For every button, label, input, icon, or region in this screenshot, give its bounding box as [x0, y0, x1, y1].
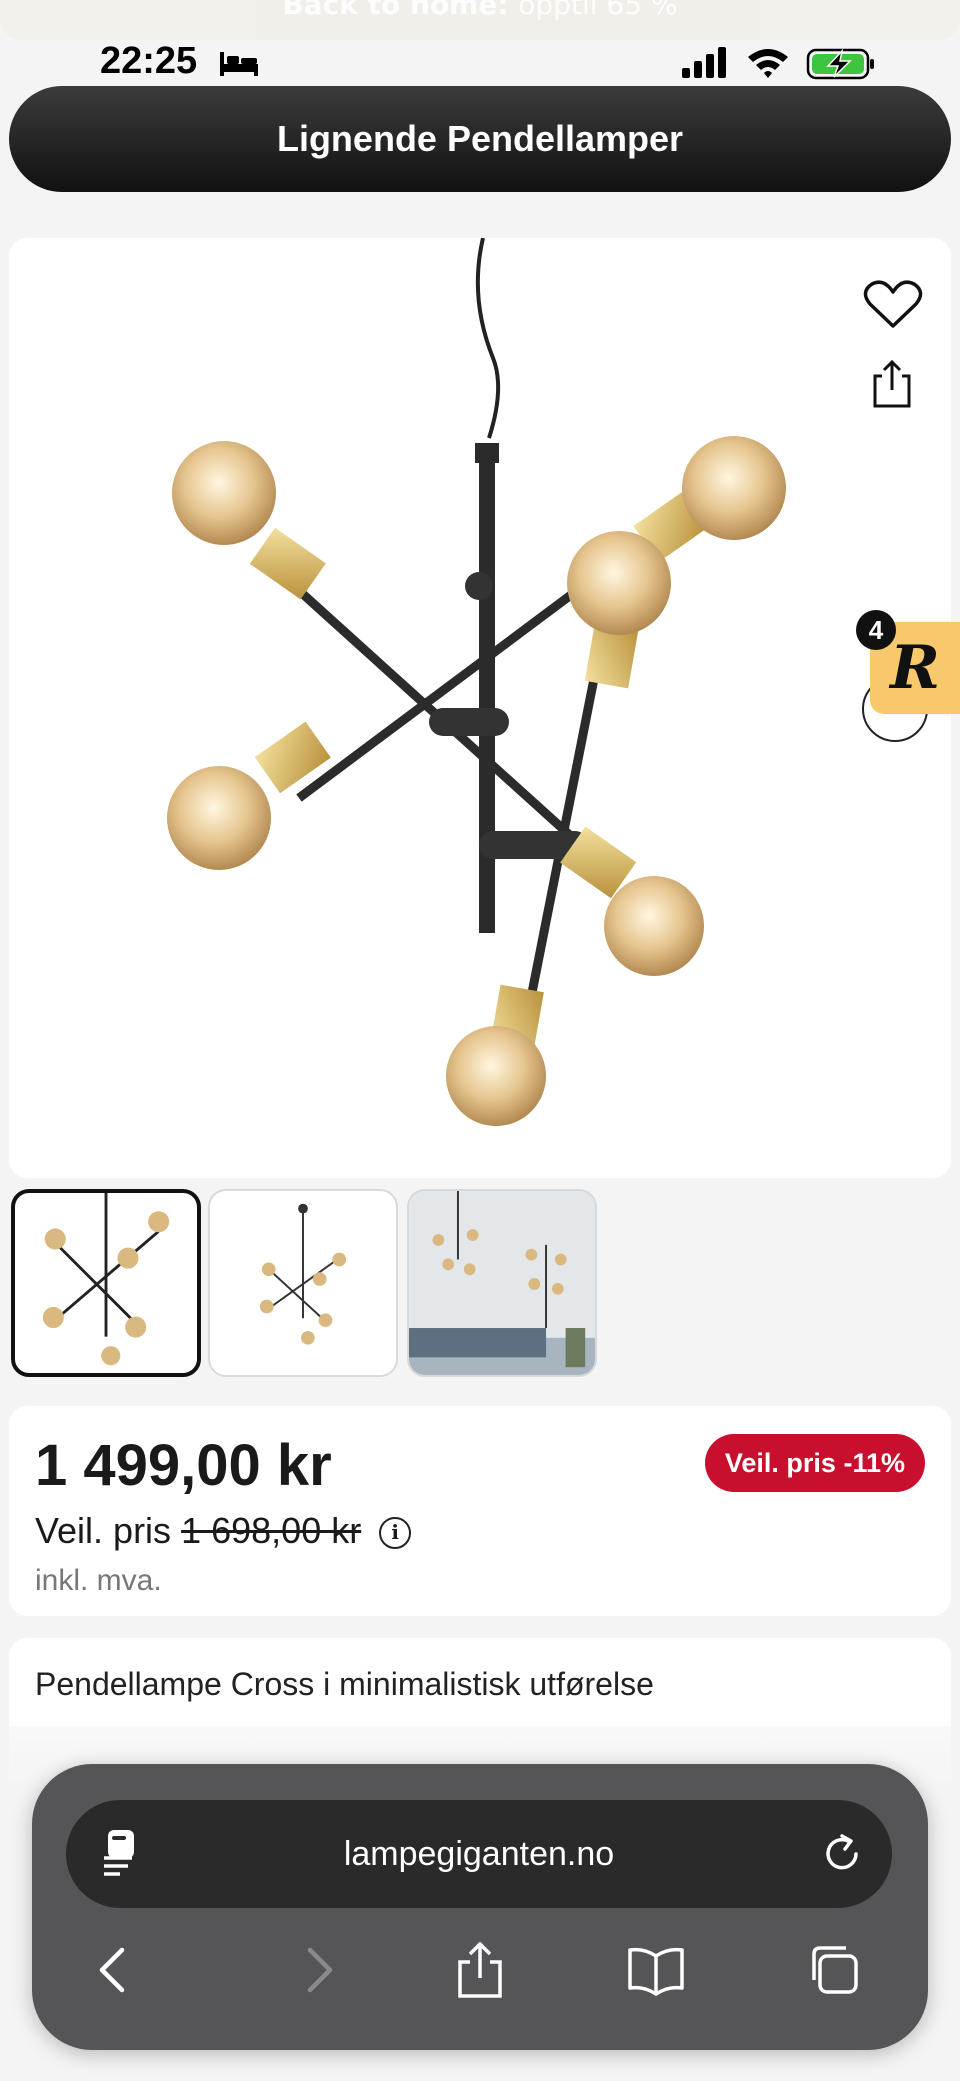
- similar-products-bar[interactable]: Lignende Pendellamper: [9, 86, 951, 192]
- bed-icon: [220, 52, 258, 76]
- thumbnail-image: [42, 1193, 170, 1366]
- product-image-card[interactable]: [9, 238, 951, 1178]
- thumbnail-image: [409, 1191, 595, 1375]
- thumbnail-image: [259, 1203, 347, 1345]
- address-bar[interactable]: lampegiganten.no: [66, 1800, 892, 1908]
- vat-note: inkl. mva.: [35, 1564, 162, 1597]
- battery-charging-icon: [806, 48, 874, 80]
- product-price: 1 499,00 kr: [35, 1433, 332, 1498]
- bookmarks-icon[interactable]: [626, 1940, 686, 2000]
- wifi-icon: [748, 49, 788, 78]
- reload-icon[interactable]: [820, 1832, 864, 1876]
- tabs-icon[interactable]: [804, 1940, 864, 2000]
- reference-price-label: Veil. pris: [35, 1510, 172, 1551]
- thumbnail-3[interactable]: [407, 1189, 597, 1377]
- reference-price-value: 1 698,00 kr: [181, 1510, 362, 1551]
- header-title: Lignende Pendellamper: [276, 118, 684, 159]
- url-text: lampegiganten.no: [343, 1834, 615, 1873]
- price-card: 1 499,00 kr Veil. pris 1 698,00 kr i ink…: [9, 1406, 951, 1616]
- promo-bold: Back to home:: [282, 0, 509, 21]
- description-title: Pendellampe Cross i minimalistisk utføre…: [35, 1666, 654, 1702]
- product-image: [167, 238, 786, 1126]
- share-icon[interactable]: [450, 1940, 510, 2000]
- thumbnail-2[interactable]: [208, 1189, 398, 1377]
- status-time: 22:25: [100, 40, 198, 82]
- heart-icon[interactable]: [862, 280, 924, 332]
- reviews-badge-logo: R: [890, 633, 940, 703]
- reference-price: Veil. pris 1 698,00 kr i: [35, 1510, 412, 1552]
- info-icon[interactable]: i: [379, 1517, 412, 1550]
- promo-rest: opptil 65 %: [518, 0, 678, 21]
- discount-badge: Veil. pris -11%: [704, 1434, 925, 1492]
- thumbnail-1[interactable]: [11, 1189, 201, 1377]
- share-icon[interactable]: [872, 360, 912, 410]
- forward-icon[interactable]: [288, 1940, 348, 2000]
- back-icon[interactable]: [84, 1940, 144, 2000]
- reviews-count: 4: [856, 610, 896, 650]
- promo-banner[interactable]: Back to home: opptil 65 %: [0, 0, 960, 40]
- status-bar: 22:25: [0, 36, 960, 92]
- signal-icon: [682, 47, 726, 78]
- browser-toolbar: lampegiganten.no: [32, 1764, 928, 2050]
